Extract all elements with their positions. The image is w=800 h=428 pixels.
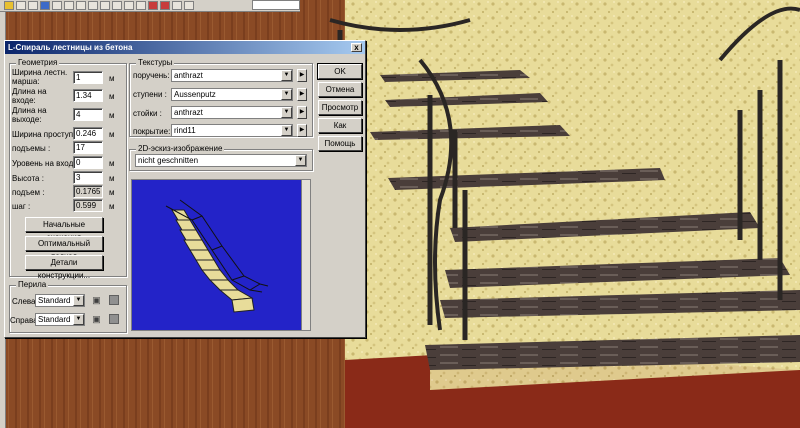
entry-level-input[interactable]: 0 <box>73 156 103 169</box>
toolbar-icon[interactable] <box>64 1 74 10</box>
sketch-mode-value: nicht geschnitten <box>138 156 199 165</box>
texture-next-button[interactable]: ▶ <box>297 69 307 82</box>
height-input[interactable]: 3 <box>73 171 103 184</box>
color-swatch-icon[interactable] <box>109 314 119 324</box>
stair-width-input[interactable]: 1 <box>73 71 103 84</box>
texture-covering-select[interactable]: rind11 ▼ <box>171 124 293 137</box>
unit-label: м <box>109 92 115 101</box>
toolbar-icon[interactable] <box>52 1 62 10</box>
field-label: Высота : <box>12 174 44 183</box>
railing-right-value: Standard <box>38 315 71 324</box>
texture-value: anthrazt <box>174 108 203 117</box>
folder-icon[interactable]: ▣ <box>91 314 102 324</box>
texture-value: rind11 <box>174 126 196 135</box>
texture-next-button[interactable]: ▶ <box>297 124 307 137</box>
toolbar-icon[interactable] <box>136 1 146 10</box>
toolbar-icon[interactable] <box>100 1 110 10</box>
risers-input[interactable]: 17 <box>73 141 103 154</box>
unit-label: м <box>109 202 115 211</box>
toolbar-icon[interactable] <box>148 1 158 10</box>
cancel-button[interactable]: Отмена <box>318 82 362 97</box>
unit-label: м <box>109 174 115 183</box>
texture-value: anthrazt <box>174 71 203 80</box>
texture-posts-select[interactable]: anthrazt ▼ <box>171 106 293 119</box>
toolbar-icon[interactable] <box>88 1 98 10</box>
field-label: шаг : <box>12 202 31 211</box>
help-button[interactable]: Помощь <box>318 136 362 151</box>
entry-length-input[interactable]: 1.34 <box>73 89 103 102</box>
chevron-down-icon[interactable]: ▼ <box>281 70 292 81</box>
unit-label: м <box>109 74 115 83</box>
field-label: Ширина проступи: <box>12 130 80 139</box>
chevron-down-icon[interactable]: ▼ <box>281 107 292 118</box>
chevron-down-icon[interactable]: ▼ <box>295 155 306 166</box>
dialog-title: L-Спираль лестницы из бетона <box>8 43 133 52</box>
chevron-down-icon[interactable]: ▼ <box>73 295 84 306</box>
toolbar-icon[interactable] <box>124 1 134 10</box>
dialog-titlebar: L-Спираль лестницы из бетона x <box>5 41 365 54</box>
geometry-group-title: Геометрия <box>16 58 60 67</box>
close-button[interactable]: x <box>351 43 362 52</box>
toolbar-combo[interactable] <box>252 0 300 10</box>
texture-label: поручень: <box>133 71 170 80</box>
exit-length-input[interactable]: 4 <box>73 108 103 121</box>
toolbar-icon[interactable] <box>76 1 86 10</box>
sketch-group-title: 2D-эскиз-изображение <box>136 144 225 153</box>
defaults-button[interactable]: Начальные значения <box>25 217 103 242</box>
construction-details-button[interactable]: Детали конструкции... <box>25 255 103 280</box>
texture-handrail-select[interactable]: anthrazt ▼ <box>171 69 293 82</box>
chevron-down-icon[interactable]: ▼ <box>73 314 84 325</box>
texture-next-button[interactable]: ▶ <box>297 106 307 119</box>
texture-value: Aussenputz <box>174 90 216 99</box>
field-label: Длина на входе: <box>12 87 47 105</box>
toolbar-icon[interactable] <box>40 1 50 10</box>
stair-preview[interactable] <box>131 179 311 331</box>
railing-right-select[interactable]: Standard ▼ <box>35 313 85 326</box>
chevron-down-icon[interactable]: ▼ <box>281 125 292 136</box>
unit-label: м <box>109 159 115 168</box>
ok-button[interactable]: OK <box>317 63 363 80</box>
toolbar-icon[interactable] <box>16 1 26 10</box>
toolbar-icon[interactable] <box>4 1 14 10</box>
toolbar-icon[interactable] <box>184 1 194 10</box>
unit-label: м <box>109 188 115 197</box>
color-swatch-icon[interactable] <box>109 295 119 305</box>
railing-left-value: Standard <box>38 296 71 305</box>
field-label: Длина на выходе: <box>12 106 47 124</box>
preview-scrollbar[interactable] <box>301 180 310 330</box>
folder-icon[interactable]: ▣ <box>91 295 102 305</box>
step-value: 0.599 <box>73 199 103 212</box>
unit-label: м <box>109 111 115 120</box>
field-label: Уровень на входе: <box>12 159 80 168</box>
texture-label: покрытие: <box>133 127 171 136</box>
toolbar-icon[interactable] <box>28 1 38 10</box>
field-label: подъем : <box>12 188 45 197</box>
optimal-approach-button[interactable]: Оптимальный подход <box>25 236 103 261</box>
texture-next-button[interactable]: ▶ <box>297 88 307 101</box>
textures-group-title: Текстуры <box>136 58 175 67</box>
stair-preview-image <box>165 199 269 313</box>
toolbar-icon[interactable] <box>112 1 122 10</box>
stair-dialog: L-Спираль лестницы из бетона x Геометрия… <box>4 40 366 338</box>
preview-button[interactable]: Просмотр <box>318 100 362 115</box>
texture-steps-select[interactable]: Aussenputz ▼ <box>171 88 293 101</box>
texture-label: ступени : <box>133 90 167 99</box>
sketch-mode-select[interactable]: nicht geschnitten ▼ <box>135 154 307 167</box>
rise-value: 0.1765 <box>73 185 103 198</box>
as-default-button[interactable]: Как стандарт <box>318 118 362 143</box>
texture-label: стойки : <box>133 109 162 118</box>
tread-width-input[interactable]: 0.246 <box>73 127 103 140</box>
toolbar-icon[interactable] <box>160 1 170 10</box>
unit-label: м <box>109 130 115 139</box>
field-label: подъемы : <box>12 144 51 153</box>
railing-group-title: Перила <box>16 280 49 289</box>
field-label: Ширина лестн. марша: <box>12 68 68 86</box>
railing-left-label: Слева: <box>12 297 38 306</box>
chevron-down-icon[interactable]: ▼ <box>281 89 292 100</box>
toolbar-icon[interactable] <box>172 1 182 10</box>
railing-left-select[interactable]: Standard ▼ <box>35 294 85 307</box>
